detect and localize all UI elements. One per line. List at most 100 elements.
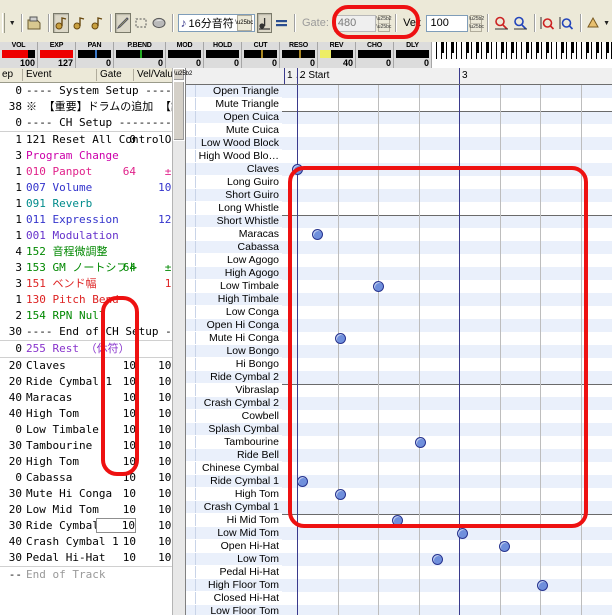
roll-lane[interactable]	[282, 111, 612, 124]
note-name-row[interactable]: Cowbell	[186, 410, 282, 423]
roll-lane[interactable]	[282, 488, 612, 501]
note-name-row[interactable]: Low Agogo	[186, 254, 282, 267]
note-event[interactable]	[335, 333, 346, 344]
roll-lane[interactable]	[282, 436, 612, 449]
event-row[interactable]: 40 Crash Cymbal 1 10 100	[0, 534, 185, 550]
roll-lane[interactable]	[282, 553, 612, 566]
event-row[interactable]: 20 Ride Cymbal 1 10 100	[0, 374, 185, 390]
event-gate[interactable]: 64	[96, 260, 136, 276]
note-name-row[interactable]: Low Tom	[186, 553, 282, 566]
event-row[interactable]: 30 Pedal Hi-Hat 10 100	[0, 550, 185, 566]
note-name-row[interactable]: High Wood Blo…	[186, 150, 282, 163]
roll-lane[interactable]	[282, 215, 612, 228]
event-gate[interactable]: 10	[96, 470, 136, 486]
note-event[interactable]	[457, 528, 468, 539]
roll-lane[interactable]	[282, 85, 612, 98]
event-gate[interactable]: 10	[96, 550, 136, 566]
note-name-row[interactable]: Splash Cymbal	[186, 423, 282, 436]
piano-roll-grid[interactable]	[282, 85, 612, 615]
roll-lane[interactable]	[282, 98, 612, 111]
event-row[interactable]: 1130 Pitch Bend0	[0, 292, 185, 308]
event-gate[interactable]: 10	[96, 486, 136, 502]
chevron-down-icon[interactable]: \u25bc	[235, 15, 253, 31]
roll-lane[interactable]	[282, 501, 612, 514]
note-name-row[interactable]: High Tom	[186, 488, 282, 501]
controller-bar[interactable]	[244, 50, 277, 58]
controller-cho-block[interactable]: CHO 0	[356, 42, 394, 68]
timeline-ruler[interactable]: 1 … 2 Start 3	[282, 68, 612, 85]
event-row[interactable]: 1121 Reset All Control0ON	[0, 132, 185, 148]
roll-lane[interactable]	[282, 137, 612, 150]
event-row[interactable]: 1010 Panpot64±0	[0, 164, 185, 180]
note-name-row[interactable]: Mute Hi Conga	[186, 332, 282, 345]
note-name-row[interactable]: High Agogo	[186, 267, 282, 280]
roll-lane[interactable]	[282, 202, 612, 215]
roll-lane[interactable]	[282, 397, 612, 410]
roll-lane[interactable]	[282, 605, 612, 615]
event-gate[interactable]: 10	[96, 422, 136, 438]
controller-bar[interactable]	[2, 50, 35, 58]
event-row[interactable]: 0 ---- CH Setup -----------------	[0, 115, 185, 131]
note-event[interactable]	[297, 476, 308, 487]
note-name-row[interactable]: Low Timbale	[186, 280, 282, 293]
note-event[interactable]	[432, 554, 443, 565]
velocity-input[interactable]: 100	[426, 14, 469, 32]
select-rect-tool-button[interactable]	[133, 13, 149, 33]
scroll-up-arrow-icon[interactable]: \u25b2	[173, 68, 192, 81]
event-gate[interactable]: 10	[96, 518, 136, 533]
note-name-row[interactable]: Ride Cymbal 2	[186, 371, 282, 384]
controller-bar[interactable]	[320, 50, 353, 58]
note-name-row[interactable]: Closed Hi-Hat	[186, 592, 282, 605]
note-name-row[interactable]: Hi Mid Tom	[186, 514, 282, 527]
note-name-row[interactable]: Vibraslap	[186, 384, 282, 397]
controller-cut-block[interactable]: CUT 0	[242, 42, 280, 68]
roll-lane[interactable]	[282, 592, 612, 605]
roll-lane[interactable]	[282, 410, 612, 423]
event-row[interactable]: 40 Maracas 10 100	[0, 390, 185, 406]
note-event[interactable]	[292, 164, 303, 175]
note-name-row[interactable]: High Floor Tom	[186, 579, 282, 592]
event-gate[interactable]: 10	[96, 502, 136, 518]
note-event[interactable]	[415, 437, 426, 448]
event-row[interactable]: 0 ---- System Setup -------------	[0, 83, 185, 99]
note-name-row[interactable]: Claves	[186, 163, 282, 176]
roll-lane[interactable]	[282, 358, 612, 371]
roll-lane[interactable]	[282, 449, 612, 462]
event-gate[interactable]: 10	[96, 406, 136, 422]
roll-lane[interactable]	[282, 319, 612, 332]
event-row[interactable]: 1091 Reverb0	[0, 196, 185, 212]
event-gate[interactable]: 10	[96, 390, 136, 406]
note-name-row[interactable]: Maracas	[186, 228, 282, 241]
event-row[interactable]: 0 255 Rest （休符）	[0, 341, 185, 357]
controller-bar[interactable]	[282, 50, 315, 58]
mini-keyboard[interactable]	[432, 42, 612, 68]
event-gate[interactable]: 10	[96, 358, 136, 374]
event-row[interactable]: 2 154 RPN Null	[0, 308, 185, 324]
toolbar-overflow-arrow[interactable]: ▼	[9, 20, 16, 27]
note-event[interactable]	[312, 229, 323, 240]
controller-vol-block[interactable]: VOL 100	[0, 42, 38, 68]
roll-lane[interactable]	[282, 293, 612, 306]
controller-bar[interactable]	[40, 50, 73, 58]
note-name-row[interactable]: Open Hi-Hat	[186, 540, 282, 553]
grid-snap-button[interactable]	[274, 13, 289, 33]
note-name-row[interactable]: Ride Cymbal 1	[186, 475, 282, 488]
velocity-spinner[interactable]: \u25b2 \u25bc	[469, 14, 484, 32]
spinner-up-icon[interactable]: \u25b2	[469, 16, 484, 24]
controller-pbend-block[interactable]: P.BEND 0	[114, 42, 166, 68]
note-name-row[interactable]: Ride Bell	[186, 449, 282, 462]
event-row[interactable]: -- End of Track	[0, 567, 185, 583]
event-row[interactable]: 30 ---- End of CH Setup -----------	[0, 324, 185, 340]
zoom-in-horizontal-icon[interactable]	[493, 13, 510, 33]
note-name-gutter[interactable]: Open Triangle Mute Triangle Open Cuica Mute…	[186, 68, 282, 615]
color-palette-button[interactable]	[585, 13, 601, 33]
note-tool-b-button[interactable]	[71, 13, 87, 33]
note-name-row[interactable]: Crash Cymbal 1	[186, 501, 282, 514]
note-event[interactable]	[335, 489, 346, 500]
roll-lane[interactable]	[282, 306, 612, 319]
roll-lane[interactable]	[282, 384, 612, 397]
controller-bar[interactable]	[116, 50, 163, 58]
roll-lane[interactable]	[282, 332, 612, 345]
toolbar-grip[interactable]	[2, 13, 5, 33]
spinner-down-icon[interactable]: \u25bc	[376, 24, 391, 31]
